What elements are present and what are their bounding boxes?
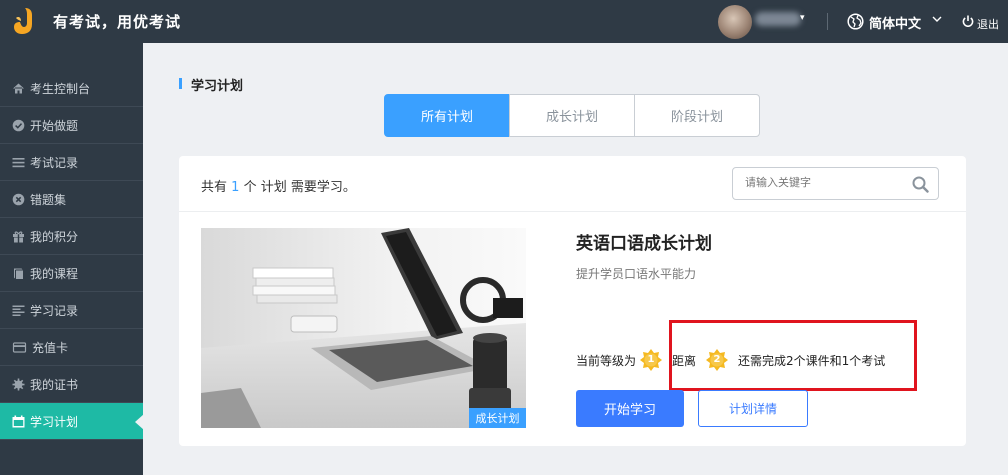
- sidebar-item-label: 学习记录: [30, 303, 79, 318]
- highlight-annotation-box: [669, 320, 917, 391]
- tab-all-plans[interactable]: 所有计划: [384, 94, 510, 137]
- sidebar-item-label: 我的积分: [30, 229, 79, 244]
- user-avatar[interactable]: [718, 5, 752, 39]
- search-icon[interactable]: [912, 176, 929, 193]
- level-label: 当前等级为: [576, 353, 637, 368]
- search-box: [732, 167, 939, 200]
- sidebar-item-courses[interactable]: 我的课程: [0, 255, 143, 292]
- sidebar-item-recharge-card[interactable]: 充值卡: [0, 329, 143, 366]
- language-selector[interactable]: 简体中文: [869, 13, 921, 32]
- laptop-desk-image: [201, 228, 526, 428]
- start-learning-button[interactable]: 开始学习: [576, 390, 684, 427]
- level-medal-icon: 1: [640, 349, 663, 371]
- summary-prefix: 共有: [201, 180, 228, 195]
- section-title: 学习计划: [179, 75, 243, 94]
- check-circle-icon: [12, 119, 25, 131]
- calendar-icon: [12, 415, 25, 427]
- align-left-icon: [12, 305, 25, 316]
- x-circle-icon: [12, 193, 25, 205]
- username-blurred[interactable]: [755, 12, 801, 26]
- sidebar: 考生控制台 开始做题 考试记录 错题集 我的积分 我的课程 学习记录 充值卡 我…: [0, 43, 144, 475]
- plan-title[interactable]: 英语口语成长计划: [576, 229, 712, 254]
- globe-icon[interactable]: [847, 13, 864, 30]
- sidebar-item-label: 我的证书: [30, 377, 79, 392]
- sidebar-item-label: 错题集: [30, 192, 67, 207]
- plan-count-summary: 共有 1 个 计划 需要学习。: [201, 176, 356, 195]
- sidebar-item-points[interactable]: 我的积分: [0, 218, 143, 255]
- top-bar: 有考试，用优考试 ▾ 简体中文 退出: [0, 0, 1008, 43]
- sidebar-item-certificates[interactable]: 我的证书: [0, 366, 143, 403]
- panel-divider: [179, 211, 966, 212]
- sidebar-item-label: 考试记录: [30, 155, 79, 170]
- sidebar-item-label: 我的课程: [30, 266, 79, 281]
- sidebar-item-exam-records[interactable]: 考试记录: [0, 144, 143, 181]
- sidebar-item-label: 开始做题: [30, 118, 79, 133]
- sidebar-item-label: 学习计划: [30, 414, 79, 429]
- sidebar-item-study-records[interactable]: 学习记录: [0, 292, 143, 329]
- logout-link[interactable]: 退出: [977, 16, 999, 32]
- plan-thumbnail[interactable]: 成长计划: [201, 228, 526, 428]
- sidebar-item-start-practice[interactable]: 开始做题: [0, 107, 143, 144]
- plan-type-badge: 成长计划: [469, 408, 526, 428]
- gift-icon: [13, 230, 24, 242]
- chevron-down-icon[interactable]: [931, 13, 943, 25]
- header-divider: [827, 13, 828, 30]
- certificate-icon: [12, 378, 25, 390]
- sidebar-item-wrong-questions[interactable]: 错题集: [0, 181, 143, 218]
- power-icon[interactable]: [962, 15, 974, 27]
- search-input[interactable]: [745, 176, 905, 189]
- sidebar-item-label: 考生控制台: [30, 81, 91, 96]
- summary-suffix: 个 计划 需要学习。: [243, 180, 356, 195]
- current-level-number: 1: [647, 354, 655, 365]
- user-menu-caret-icon[interactable]: ▾: [800, 13, 805, 23]
- sidebar-item-dashboard[interactable]: 考生控制台: [0, 70, 143, 107]
- sidebar-item-study-plan[interactable]: 学习计划: [0, 403, 144, 440]
- tab-stage-plans[interactable]: 阶段计划: [634, 94, 760, 137]
- list-icon: [12, 157, 25, 167]
- plan-description: 提升学员口语水平能力: [576, 267, 697, 281]
- plan-count: 1: [231, 180, 240, 195]
- sidebar-item-label: 充值卡: [32, 340, 69, 355]
- app-title: 有考试，用优考试: [53, 13, 182, 31]
- tab-growth-plans[interactable]: 成长计划: [509, 94, 635, 137]
- plan-tabs: 所有计划 成长计划 阶段计划: [384, 94, 761, 137]
- plan-list-panel: 共有 1 个 计划 需要学习。 请输入关键字 成长计划 英语口语成长计划 提升学…: [179, 156, 966, 446]
- app-logo-icon[interactable]: [12, 7, 34, 35]
- card-icon: [12, 341, 27, 353]
- home-icon: [13, 83, 24, 93]
- plan-details-button[interactable]: 计划详情: [698, 390, 808, 427]
- book-icon: [14, 268, 23, 279]
